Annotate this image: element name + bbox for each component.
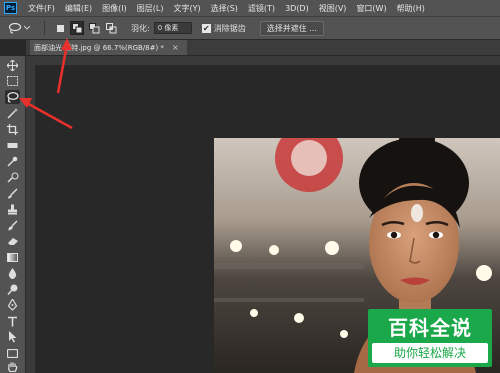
marquee-tool[interactable] xyxy=(5,74,20,88)
menu-layer[interactable]: 图层(L) xyxy=(132,3,169,14)
move-icon xyxy=(7,59,18,71)
menu-file[interactable]: 文件(F) xyxy=(23,3,60,14)
antialias-label: 消除锯齿 xyxy=(213,23,246,33)
quick-select-tool[interactable] xyxy=(5,106,20,120)
stamp-icon xyxy=(8,204,17,214)
watermark-title: 百科全说 xyxy=(388,316,472,340)
type-icon xyxy=(8,316,17,326)
clone-stamp-tool[interactable] xyxy=(5,202,20,216)
healing-brush-tool[interactable] xyxy=(5,170,20,184)
healing-brush-icon xyxy=(6,172,18,183)
history-brush-tool[interactable] xyxy=(5,218,20,232)
eyedropper-icon xyxy=(7,156,18,167)
add-to-selection-button[interactable] xyxy=(70,21,84,35)
menu-filter[interactable]: 滤镜(T) xyxy=(243,3,280,14)
close-icon[interactable]: × xyxy=(172,43,179,52)
feather-input[interactable]: 0 像素 xyxy=(153,22,192,34)
crop-tool[interactable] xyxy=(5,122,20,136)
eyedropper-tool[interactable] xyxy=(5,154,20,168)
select-and-mask-button[interactable]: 选择并遮住 ... xyxy=(259,20,324,36)
menu-help[interactable]: 帮助(H) xyxy=(392,3,430,14)
tool-preset-picker[interactable] xyxy=(8,21,36,35)
history-brush-icon xyxy=(8,219,18,230)
eraser-tool[interactable] xyxy=(5,234,20,248)
document-tab-title: 面部油光 模特.jpg @ 66.7%(RGB/8#) * xyxy=(34,43,164,52)
check-icon: ✔ xyxy=(202,23,210,33)
divider xyxy=(44,21,45,35)
brush-icon xyxy=(8,187,18,198)
menu-image[interactable]: 图像(I) xyxy=(97,3,132,14)
droplet-icon xyxy=(8,267,17,279)
subtract-selection-icon xyxy=(88,22,99,33)
dodge-icon xyxy=(7,284,18,295)
blur-tool[interactable] xyxy=(5,266,20,280)
menu-view[interactable]: 视图(V) xyxy=(314,3,352,14)
frame-icon xyxy=(7,142,18,148)
gradient-tool[interactable] xyxy=(5,250,20,264)
chevron-down-icon xyxy=(24,25,30,30)
crop-icon xyxy=(7,123,18,135)
hand-icon xyxy=(8,362,18,372)
horizontal-ruler xyxy=(26,56,500,66)
move-tool[interactable] xyxy=(5,58,20,72)
menu-3d[interactable]: 3D(D) xyxy=(280,4,314,13)
marquee-icon xyxy=(7,76,18,86)
menu-edit[interactable]: 编辑(E) xyxy=(60,3,97,14)
subtract-from-selection-button[interactable] xyxy=(87,21,101,35)
antialias-checkbox[interactable]: ✔ xyxy=(201,23,211,33)
path-select-tool[interactable] xyxy=(5,330,20,344)
dodge-tool[interactable] xyxy=(5,282,20,296)
menu-select[interactable]: 选择(S) xyxy=(206,3,243,14)
frame-tool[interactable] xyxy=(5,138,20,152)
rectangle-icon xyxy=(7,348,18,358)
watermark-badge: 百科全说 助你轻松解决 xyxy=(368,309,492,367)
add-selection-icon xyxy=(71,22,82,33)
tools-panel xyxy=(0,56,26,373)
new-selection-button[interactable] xyxy=(53,21,67,35)
lasso-tool[interactable] xyxy=(5,90,20,104)
document-tab-bar: 面部油光 模特.jpg @ 66.7%(RGB/8#) * × xyxy=(26,40,500,55)
photoshop-logo[interactable]: Ps xyxy=(4,2,17,14)
lasso-icon xyxy=(8,22,22,34)
hand-tool[interactable] xyxy=(5,359,20,373)
menu-window[interactable]: 窗口(W) xyxy=(351,3,391,14)
arrow-cursor-icon xyxy=(9,331,17,343)
feather-label: 羽化: xyxy=(131,23,150,33)
eraser-icon xyxy=(7,238,18,245)
lasso-icon xyxy=(7,92,19,103)
magic-wand-icon xyxy=(6,108,18,119)
document-tab[interactable]: 面部油光 模特.jpg @ 66.7%(RGB/8#) * × xyxy=(30,40,187,55)
type-tool[interactable] xyxy=(5,314,20,328)
intersect-selection-button[interactable] xyxy=(104,21,118,35)
rectangle-tool[interactable] xyxy=(5,346,20,360)
brush-tool[interactable] xyxy=(5,186,20,200)
new-selection-icon xyxy=(56,24,64,32)
menu-type[interactable]: 文字(Y) xyxy=(168,3,205,14)
watermark-subtitle: 助你轻松解决 xyxy=(372,343,488,363)
gradient-icon xyxy=(7,252,18,262)
pen-tool[interactable] xyxy=(5,298,20,312)
intersect-selection-icon xyxy=(105,22,116,33)
menu-bar: Ps 文件(F) 编辑(E) 图像(I) 图层(L) 文字(Y) 选择(S) 滤… xyxy=(0,0,500,16)
pen-icon xyxy=(7,299,18,311)
options-bar: 羽化: 0 像素 ✔ 消除锯齿 选择并遮住 ... xyxy=(0,16,500,40)
